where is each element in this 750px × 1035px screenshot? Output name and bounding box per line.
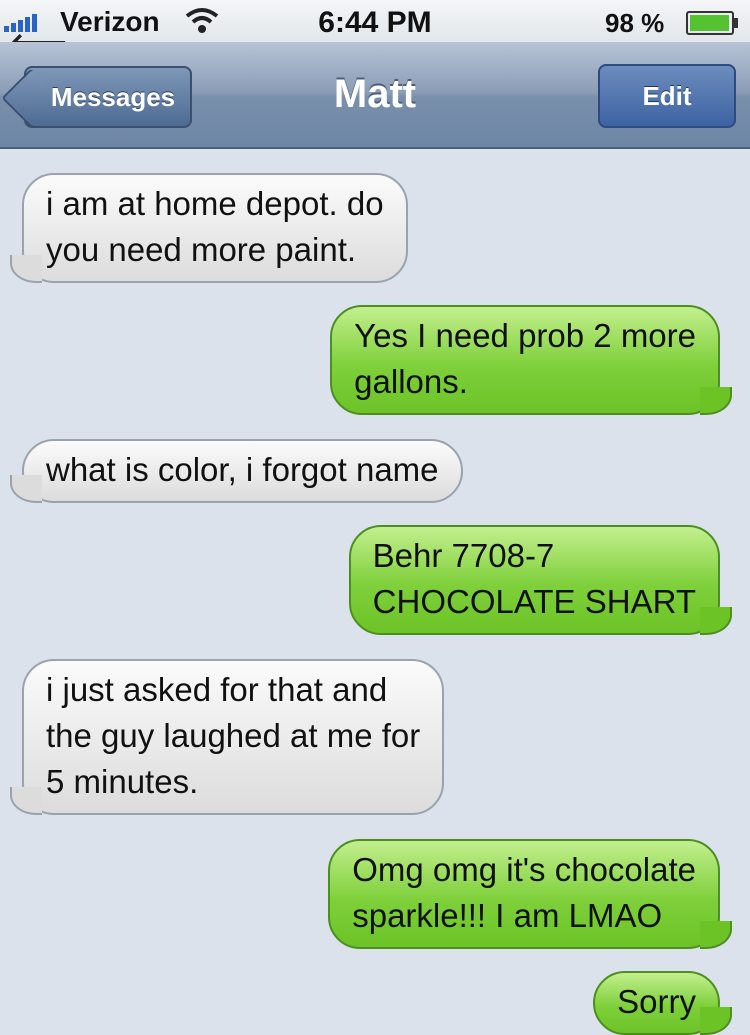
message-text: Sorry xyxy=(617,983,696,1020)
battery-percentage: 98 % xyxy=(605,8,665,38)
message-thread[interactable]: i am at home depot. do you need more pai… xyxy=(0,149,750,1035)
message-text: what is color, i forgot name xyxy=(46,451,439,488)
battery-fill xyxy=(690,15,730,31)
status-bar: ⟵ Verizon 6:44 PM 98 % xyxy=(0,0,750,62)
received-message-bubble[interactable]: what is color, i forgot name xyxy=(10,439,463,503)
battery-icon xyxy=(686,11,738,35)
message-text: Behr 7708-7 CHOCOLATE SHART xyxy=(372,537,696,620)
edit-button[interactable]: Edit xyxy=(598,64,736,128)
message-text: i just asked for that and the guy laughe… xyxy=(46,671,421,800)
received-message-bubble[interactable]: i am at home depot. do you need more pai… xyxy=(10,173,408,283)
sent-message-bubble[interactable]: Omg omg it's chocolate sparkle!!! I am L… xyxy=(328,839,732,949)
sent-message-bubble[interactable]: Yes I need prob 2 more gallons. xyxy=(330,305,732,415)
message-text: Yes I need prob 2 more gallons. xyxy=(354,317,696,400)
message-text: i am at home depot. do you need more pai… xyxy=(46,185,384,268)
sent-message-bubble[interactable]: Sorry xyxy=(593,971,732,1035)
message-text: Omg omg it's chocolate sparkle!!! I am L… xyxy=(352,851,696,934)
navigation-bar: Messages Matt Edit xyxy=(0,42,750,149)
sent-message-bubble[interactable]: Behr 7708-7 CHOCOLATE SHART xyxy=(348,525,733,635)
received-message-bubble[interactable]: i just asked for that and the guy laughe… xyxy=(9,659,445,815)
